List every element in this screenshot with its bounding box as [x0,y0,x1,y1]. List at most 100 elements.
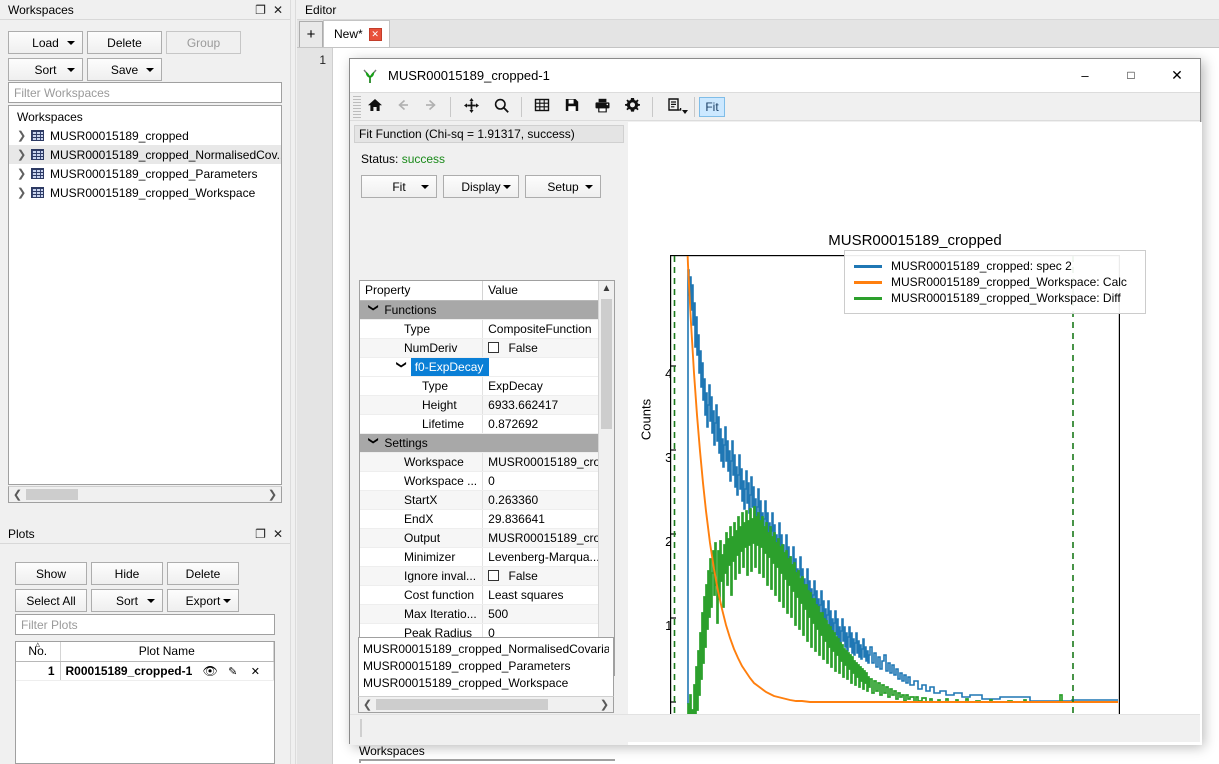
workspace-item[interactable]: ❯ MUSR00015189_cropped_Workspace [9,183,281,202]
fit-row[interactable]: NumDeriv False [360,338,598,357]
workspaces-tree[interactable]: Workspaces ❯ MUSR00015189_cropped ❯ MUSR… [8,105,282,485]
fit-row-value[interactable]: CompositeFunction [483,319,598,338]
fit-row-value[interactable]: 500 [483,604,598,623]
fit-row[interactable]: Workspace MUSR00015189_cro... [360,452,598,471]
legend-entry[interactable]: MUSR00015189_cropped_Workspace: Calc [854,275,1136,289]
export-button[interactable]: Export [167,589,239,612]
column-header-no[interactable]: ▵ No. [16,642,60,661]
fit-row-value[interactable]: ExpDecay [483,376,598,395]
fit-row-value[interactable]: MUSR00015189_cro... [483,528,598,547]
column-header-plot-name[interactable]: Plot Name [60,642,274,661]
delete-button[interactable]: Delete [87,31,162,54]
minimize-icon[interactable]: – [1062,59,1108,92]
scroll-left-icon[interactable]: ❮ [359,698,376,711]
close-icon[interactable]: ✕ [369,28,382,41]
fit-button[interactable]: Fit [699,97,725,117]
list-item[interactable]: MUSR00015189_cropped_Parameters [363,658,609,675]
editor-tab[interactable]: New* ✕ [323,20,390,47]
scroll-right-icon[interactable]: ❯ [596,698,613,711]
fit-row-value[interactable]: Levenberg-Marqua... [483,547,598,566]
legend-entry[interactable]: MUSR00015189_cropped_Workspace: Diff [854,291,1136,305]
plot-window-titlebar[interactable]: MUSR00015189_cropped-1 – □ ✕ [350,59,1200,92]
rename-icon[interactable]: ✎ [228,666,237,678]
pan-icon[interactable] [456,97,486,117]
eye-icon[interactable]: 👁 [203,664,218,678]
maximize-icon[interactable]: □ [1108,59,1154,92]
fit-row[interactable]: Lifetime 0.872692 [360,414,598,433]
hscroll-thumb[interactable] [26,489,78,500]
fit-row-value-checkbox[interactable]: False [483,566,598,585]
chevron-right-icon[interactable]: ❯ [17,167,31,180]
undock-icon[interactable]: ❐ [255,528,266,540]
hscroll-thumb[interactable] [376,699,548,710]
setup-dropdown-button[interactable]: Setup [525,175,601,198]
save-button[interactable]: Save [87,58,162,81]
fit-row[interactable]: Workspace ... 0 [360,471,598,490]
chevron-right-icon[interactable]: ❯ [17,129,31,142]
fit-row-value[interactable]: 0 [483,471,598,490]
close-icon[interactable]: ✕ [1154,59,1200,92]
workspaces-filter-input[interactable]: Filter Workspaces [8,82,282,103]
vscroll-thumb[interactable] [601,299,612,429]
fit-row[interactable]: EndX 29.836641 [360,509,598,528]
collapse-chevron-icon[interactable]: ❯ [368,436,379,452]
chevron-right-icon[interactable]: ❯ [17,186,31,199]
fit-row[interactable]: Type CompositeFunction [360,319,598,338]
hide-button[interactable]: Hide [91,562,163,585]
delete-plot-button[interactable]: Delete [167,562,239,585]
chart-plot-area[interactable] [670,255,1120,722]
new-tab-button[interactable]: + [299,21,323,47]
collapse-chevron-icon[interactable]: ❯ [396,360,407,376]
display-dropdown-button[interactable]: Display [443,175,519,198]
fit-row[interactable]: Max Iteratio... 500 [360,604,598,623]
scroll-right-icon[interactable]: ❯ [264,488,281,501]
close-icon[interactable]: ✕ [251,666,260,678]
home-icon[interactable] [361,97,389,116]
toolbar-drag-handle[interactable] [353,96,361,118]
fit-workspaces-list[interactable] [359,761,361,763]
fit-row-value[interactable]: 0.263360 [483,490,598,509]
hscroll-track[interactable] [26,487,264,502]
checkbox-unchecked-icon[interactable] [488,342,499,353]
undock-icon[interactable]: ❐ [255,4,266,16]
show-button[interactable]: Show [15,562,87,585]
select-all-button[interactable]: Select All [15,589,87,612]
fit-dropdown-button[interactable]: Fit [361,175,437,198]
fit-group-row[interactable]: ❯ Functions [360,300,598,319]
statusbar-grip[interactable] [360,719,362,737]
plots-table[interactable]: ▵ No. Plot Name 1 R00015189_cropped-1 👁 … [15,641,275,764]
workspace-item[interactable]: ❯ MUSR00015189_cropped_NormalisedCov... [9,145,281,164]
fit-selected-row[interactable]: ❯ f0-ExpDecay [360,357,598,376]
fit-property-table[interactable]: Property Value ❯ Functions [359,280,615,676]
list-item[interactable]: MUSR00015189_cropped_NormalisedCovarianc [363,641,609,658]
fit-row-value[interactable]: 29.836641 [483,509,598,528]
print-icon[interactable] [587,97,617,117]
save-icon[interactable] [557,97,587,116]
checkbox-unchecked-icon[interactable] [488,570,499,581]
fit-row[interactable]: Minimizer Levenberg-Marqua... [360,547,598,566]
fit-workspaces-listbox[interactable] [359,759,615,761]
gear-icon[interactable] [617,97,647,117]
workspaces-hscrollbar[interactable]: ❮ ❯ [8,486,282,503]
chevron-right-icon[interactable]: ❯ [17,148,31,161]
generate-script-icon[interactable] [658,97,690,117]
workspace-item[interactable]: ❯ MUSR00015189_cropped [9,126,281,145]
list-item[interactable]: MUSR00015189_cropped_Workspace [363,675,609,692]
chart-legend[interactable]: MUSR00015189_cropped: spec 2 MUSR0001518… [844,250,1146,314]
load-button[interactable]: Load [8,31,83,54]
fit-row-value[interactable]: Least squares [483,585,598,604]
close-icon[interactable]: ✕ [273,528,283,540]
zoom-icon[interactable] [486,97,516,117]
scroll-up-icon[interactable]: ▲ [599,281,614,296]
fit-row[interactable]: Height 6933.662417 [360,395,598,414]
forward-arrow-icon[interactable] [417,97,445,116]
fit-row-value-checkbox[interactable]: False [483,338,598,357]
fit-row[interactable]: Ignore inval... False [360,566,598,585]
collapse-chevron-icon[interactable]: ❯ [368,303,379,319]
workspace-item[interactable]: ❯ MUSR00015189_cropped_Parameters [9,164,281,183]
plot-row-name-cell[interactable]: R00015189_cropped-1 👁 ✎ ✕ [60,661,274,680]
back-arrow-icon[interactable] [389,97,417,116]
figure-canvas[interactable]: MUSR00015189_cropped Counts 4000 3000 20… [628,122,1202,745]
sort-plots-button[interactable]: Sort [91,589,163,612]
fit-workspaces-hscrollbar[interactable]: ❮ ❯ [358,696,614,713]
